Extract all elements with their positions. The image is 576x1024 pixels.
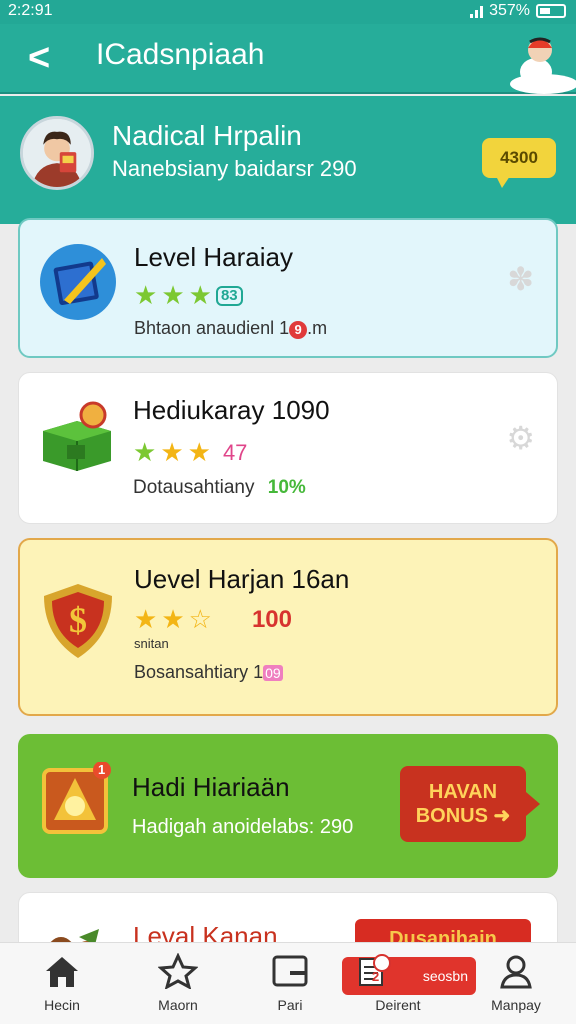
card-title: Hediukaray 1090 [133,395,330,425]
nav-profile[interactable]: Manpay [466,953,566,1013]
signal-icon [470,4,484,18]
chest-icon [43,401,111,471]
star-icon: ★ [188,280,212,310]
star-icon: ☆ [188,604,212,634]
card-subtitle-mark: 09 [263,665,283,681]
card-title: Level Haraiay [134,242,293,272]
star-icon: ★ [187,437,211,467]
star-icon: ★ [161,604,185,634]
reward-card[interactable]: Hediukaray 1090 ★ ★ ★ 47 Dotausahtiany 1… [18,372,558,524]
star-rating: ★ ★ ★ 47 [133,437,247,468]
status-bar: 2:2:91 357% [0,0,576,24]
star-icon: ★ [134,604,158,634]
nav-label: Deirent [375,997,421,1013]
profile-name: Nadical Hrpalin [112,120,302,151]
card-subtitle-value: 10% [267,477,306,498]
card-subtitle: Bosansahtiary 1 09 [134,662,283,683]
star-icon: ★ [160,437,184,467]
gear-icon[interactable]: ⚙ [506,419,535,457]
svg-text:$: $ [69,600,87,640]
bonus-card[interactable]: 1 Hadi Hiariaän Hadigah anoidelabs: 290 … [18,734,558,878]
star-rating: ★ ★ ☆ 100 [134,604,292,635]
user-icon [500,955,532,989]
puzzle-icon[interactable]: ✽ [507,260,534,298]
card-subtitle: Bhtaon anaudienl 1 9 .m [134,318,327,339]
star-icon: ★ [133,437,157,467]
nav-label: Maorn [158,997,198,1013]
star-value: 47 [222,439,248,465]
card-subtitle-label: Dotausahtiany [133,477,255,498]
card-subtitle-suffix: .m [307,318,328,338]
card-title: Hadi Hiariaän [132,772,290,802]
nav-label: Manpay [491,997,541,1013]
profile-subtitle: Nanebsiany baidarsr 290 [112,156,357,181]
nav-card[interactable]: Pari [240,953,340,1013]
premium-card[interactable]: $ Uevel Harjan 16an ★ ★ ☆ 100 snitan Bos… [18,538,558,716]
battery-percent: 357% [489,2,530,19]
card-title: Uevel Harjan 16an [134,564,350,594]
card-subtitle: Hadigah anoidelabs: 290 [132,816,354,838]
star-icon: ★ [161,280,185,310]
battery-icon [536,4,566,18]
star-icon [158,953,198,989]
back-icon[interactable]: < [28,38,68,78]
card-subtitle-text: Bhtaon anaudienl 1 [134,318,290,338]
shield-icon: $ [44,584,112,658]
card-subtitle-text: Bosansahtiary 1 [134,662,264,682]
app-title: ICadsnpiaah [96,38,265,71]
status-icons: 357% [470,2,566,20]
bottom-nav: Hecin Maorn Pari seosbn 2 Deirent Manpay [0,942,576,1024]
nav-star[interactable]: Maorn [128,953,228,1013]
star-icon: ★ [134,280,158,310]
coin-bubble[interactable]: 4300 [482,138,556,188]
status-time: 2:2:91 [8,2,53,19]
avatar[interactable] [20,116,94,190]
notification-badge: 1 [98,762,106,777]
bonus-button[interactable]: HAVAN BONUS ➜ [400,766,540,842]
avatar-image [23,119,91,187]
stars-caption: snitan [134,636,169,651]
level-badge: 83 [215,285,243,306]
book-icon [40,244,116,320]
app-bar: < ICadsnpiaah [0,24,576,94]
home-icon [46,957,78,987]
card-value: 100 [251,605,292,633]
card-icon [272,955,308,987]
nav-document[interactable]: 2 Deirent [348,953,448,1013]
nav-label: Hecin [44,997,80,1013]
card-subtitle: Dotausahtiany 10% [133,477,306,499]
nav-badge: 2 [372,969,380,984]
nav-home[interactable]: Hecin [12,953,112,1013]
mark-badge: 9 [289,321,308,339]
profile-header: Nadical Hrpalin Nanebsiany baidarsr 290 … [0,96,576,224]
nav-label: Pari [277,997,303,1013]
star-rating: ★ ★ ★ 83 [134,280,243,311]
level-card[interactable]: Level Haraiay ★ ★ ★ 83 Bhtaon anaudienl … [18,218,558,358]
mascot-icon [510,37,576,94]
